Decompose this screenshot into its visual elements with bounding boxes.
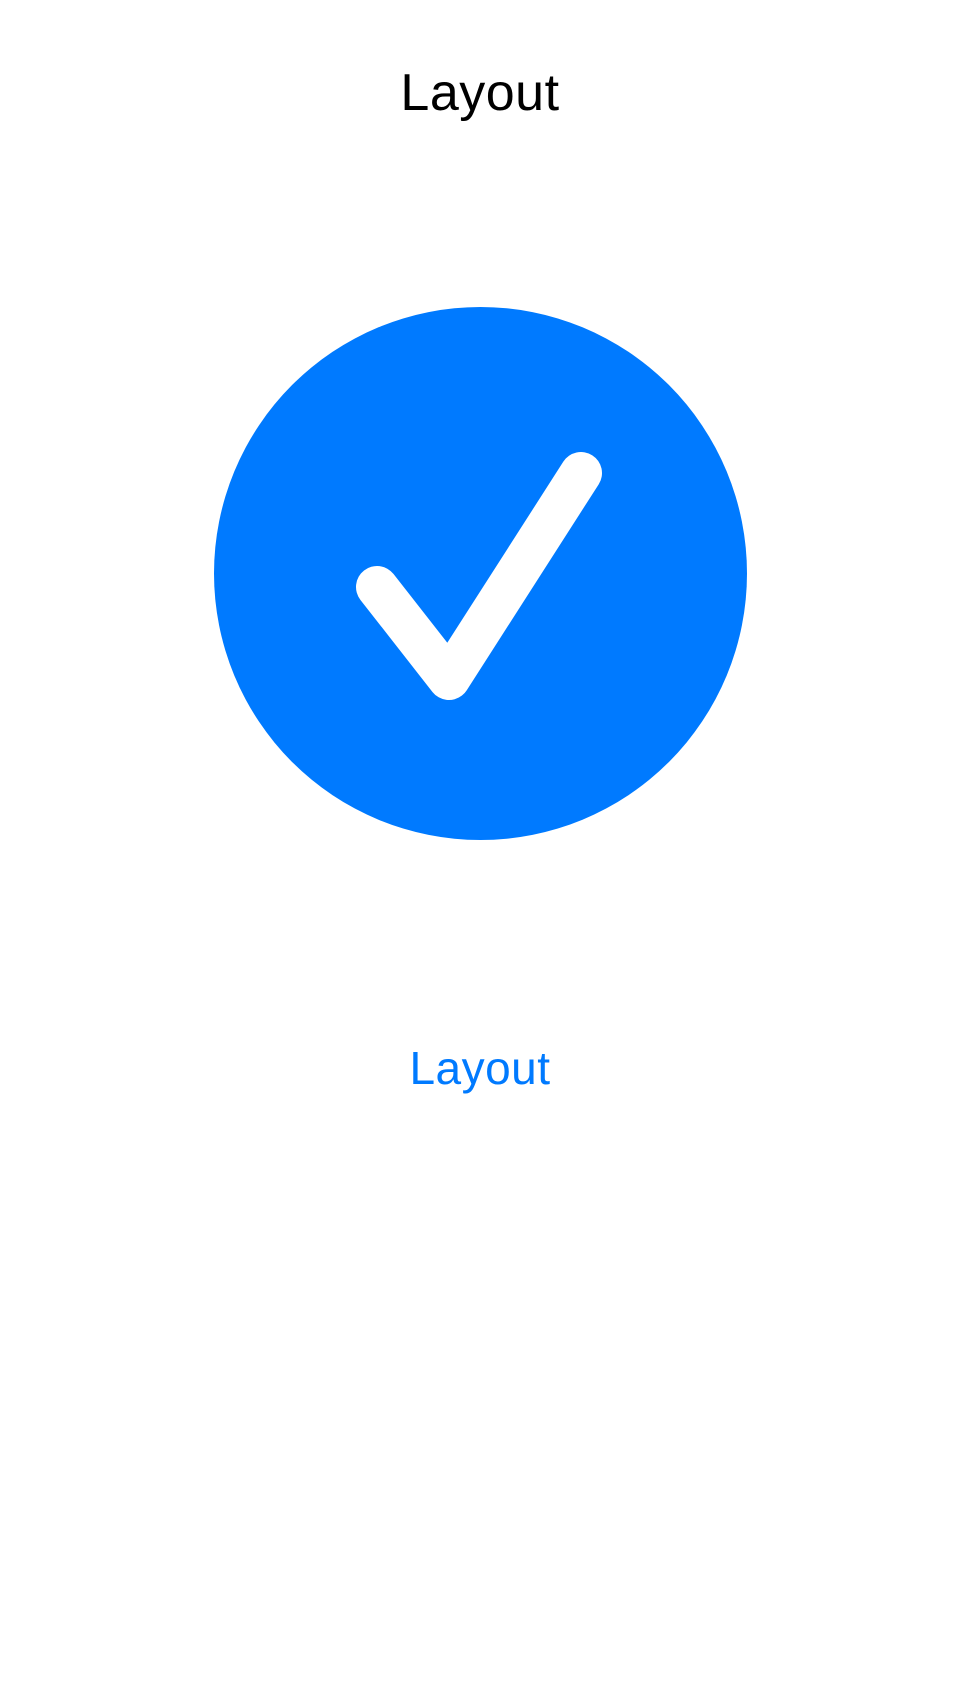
layout-link-button[interactable]: Layout xyxy=(0,1038,960,1098)
checkmark-circle-icon xyxy=(214,307,747,840)
badge-circle xyxy=(214,307,747,840)
page-title: Layout xyxy=(400,64,560,122)
